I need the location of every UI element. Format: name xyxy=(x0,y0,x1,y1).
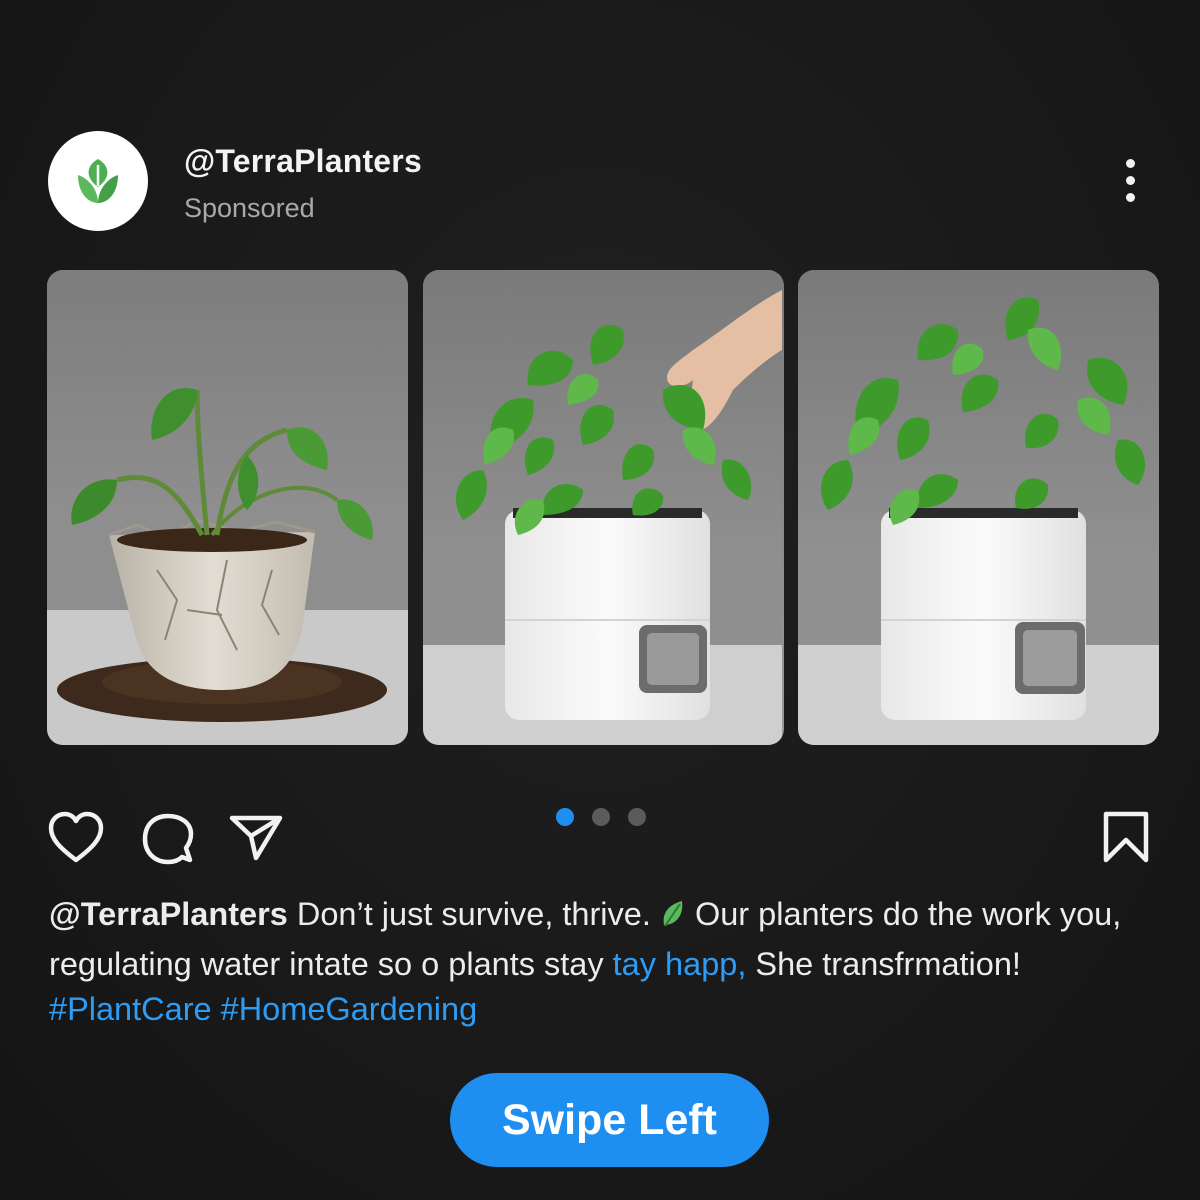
swipe-left-button[interactable]: Swipe Left xyxy=(450,1073,769,1167)
hashtag-homegardening[interactable]: #HomeGardening xyxy=(221,991,478,1027)
hashtag-plantcare[interactable]: #PlantCare xyxy=(49,991,212,1027)
wilted-plant-image xyxy=(47,270,408,745)
sponsored-post: @TerraPlanters Sponsored @TerraPlanters … xyxy=(0,0,1200,1200)
page-dot-1[interactable] xyxy=(556,808,574,826)
carousel-slide-2[interactable] xyxy=(423,270,784,745)
more-dots-icon xyxy=(1125,158,1135,168)
planter-with-hand-image xyxy=(423,270,782,745)
share-button[interactable] xyxy=(226,808,286,868)
thriving-planter-image xyxy=(798,270,1159,745)
account-handle[interactable]: @TerraPlanters xyxy=(184,143,422,180)
carousel-slide-1[interactable] xyxy=(47,270,408,745)
page-dot-2[interactable] xyxy=(592,808,610,826)
like-button[interactable] xyxy=(46,808,106,868)
comment-button[interactable] xyxy=(138,808,198,868)
caption-text-3: She transfrmation! xyxy=(746,945,1021,982)
more-options-button[interactable] xyxy=(1108,150,1152,210)
bookmark-icon xyxy=(1103,811,1149,863)
carousel-slide-3[interactable] xyxy=(798,270,1159,745)
comment-bubble-icon xyxy=(142,813,194,865)
save-button[interactable] xyxy=(1096,808,1156,868)
post-caption: @TerraPlanters Don’t just survive, thriv… xyxy=(49,892,1159,1033)
heart-icon xyxy=(48,811,104,863)
carousel-pagination[interactable] xyxy=(556,808,646,826)
page-dot-3[interactable] xyxy=(628,808,646,826)
caption-link[interactable]: tay happ, xyxy=(613,946,747,982)
more-dot xyxy=(1125,192,1135,202)
avatar[interactable] xyxy=(48,131,148,231)
more-dot xyxy=(1125,175,1135,185)
send-icon xyxy=(229,815,283,861)
caption-text-1: Don’t just survive, thrive. xyxy=(287,896,660,932)
leaf-emoji-icon xyxy=(660,896,686,942)
sponsored-label: Sponsored xyxy=(184,193,315,223)
caption-handle[interactable]: @TerraPlanters xyxy=(49,896,288,932)
leaf-logo-icon xyxy=(78,159,118,203)
